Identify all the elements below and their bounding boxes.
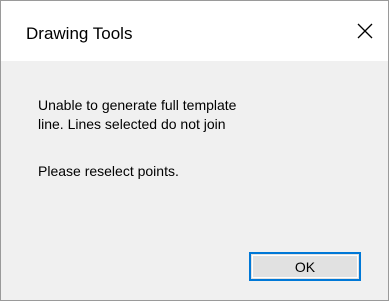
ok-button-label: OK bbox=[294, 258, 316, 275]
message-line-3: Please reselect points. bbox=[38, 163, 179, 179]
close-button[interactable] bbox=[342, 1, 388, 61]
message-dialog: Drawing Tools Unable to generate full te… bbox=[0, 0, 389, 301]
close-icon bbox=[357, 23, 373, 39]
window-title: Drawing Tools bbox=[26, 24, 133, 43]
dialog-content: Unable to generate full template line. L… bbox=[1, 61, 388, 300]
message-line-1: Unable to generate full template bbox=[38, 97, 237, 113]
message-line-2: line. Lines selected do not join bbox=[38, 116, 226, 132]
ok-button[interactable]: OK bbox=[249, 252, 361, 281]
title-bar[interactable]: Drawing Tools bbox=[1, 1, 388, 61]
